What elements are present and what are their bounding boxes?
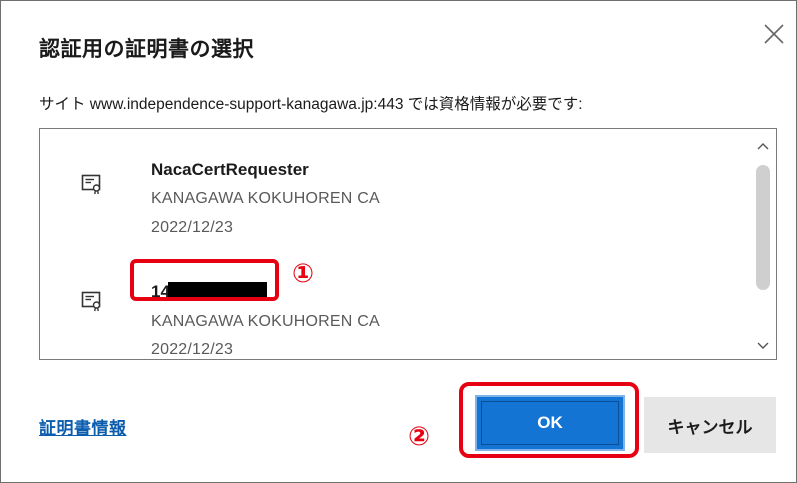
list-scrollbar[interactable] <box>750 129 775 359</box>
highlight-box-1 <box>130 259 279 301</box>
certificate-issuer: KANAGAWA KOKUHOREN CA <box>151 313 380 330</box>
certificate-info-link[interactable]: 証明書情報 <box>39 414 127 439</box>
certificate-select-dialog: 認証用の証明書の選択 サイト www.independence-support-… <box>0 0 797 483</box>
certificate-icon <box>81 290 103 312</box>
certificate-date: 2022/12/23 <box>151 219 234 236</box>
scrollbar-thumb[interactable] <box>756 165 770 290</box>
dialog-title: 認証用の証明書の選択 <box>39 38 254 61</box>
dialog-subtitle: サイト www.independence-support-kanagawa.jp… <box>39 96 583 113</box>
chevron-down-icon[interactable] <box>756 337 770 349</box>
chevron-up-icon[interactable] <box>756 139 770 150</box>
annotation-marker-2: ② <box>408 421 431 451</box>
close-icon <box>764 24 784 44</box>
certificate-name: NacaCertRequester <box>151 160 309 179</box>
highlight-box-2 <box>459 382 639 458</box>
certificate-item[interactable]: NacaCertRequester KANAGAWA KOKUHOREN CA … <box>40 153 740 253</box>
cancel-button[interactable]: キャンセル <box>644 397 776 453</box>
cancel-button-label: キャンセル <box>667 417 753 437</box>
annotation-marker-1: ① <box>292 258 315 288</box>
certificate-date: 2022/12/23 <box>151 341 234 358</box>
certificate-issuer: KANAGAWA KOKUHOREN CA <box>151 190 380 207</box>
certificate-icon <box>81 173 103 195</box>
close-button[interactable] <box>759 19 789 49</box>
certificate-list[interactable]: NacaCertRequester KANAGAWA KOKUHOREN CA … <box>39 128 777 360</box>
